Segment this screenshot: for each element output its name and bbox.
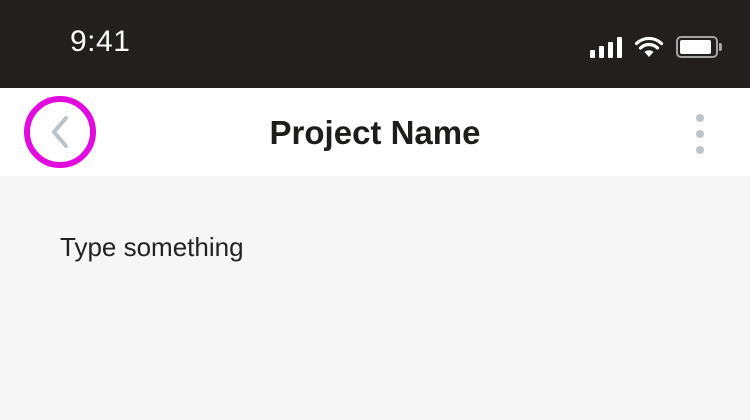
cellular-signal-icon [590,36,622,58]
editor-area[interactable]: Type something [0,176,750,420]
status-bar: 9:41 [0,0,750,88]
back-button[interactable] [24,96,96,168]
chevron-left-icon [52,116,68,148]
more-options-button[interactable] [688,114,712,154]
battery-icon [676,36,722,58]
page-title: Project Name [269,114,481,151]
navigation-bar: Project Name [0,88,750,176]
editor-placeholder[interactable]: Type something [60,232,244,263]
wifi-icon [634,36,664,57]
status-time: 9:41 [70,25,131,58]
vertical-ellipsis-icon [696,114,704,122]
status-icons [590,34,722,58]
